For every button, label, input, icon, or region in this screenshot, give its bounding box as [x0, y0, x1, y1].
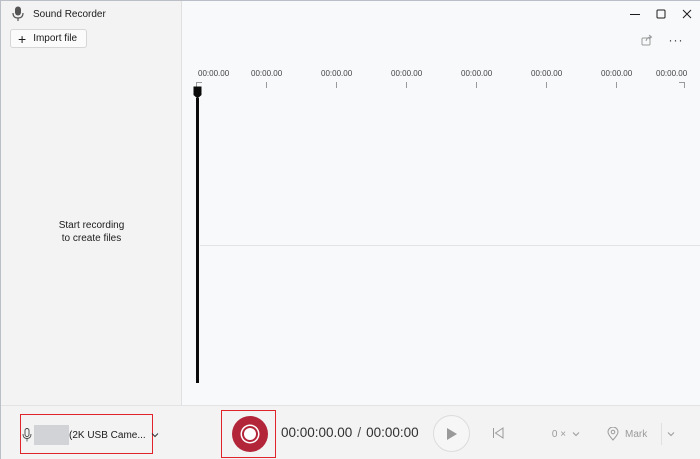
sound-recorder-window: Sound Recorder + Import file Start recor… — [0, 0, 700, 459]
timeline-label: 00:00.00 — [198, 69, 230, 78]
maximize-icon — [656, 9, 666, 19]
mark-label: Mark — [625, 428, 648, 440]
location-pin-icon — [607, 427, 619, 441]
empty-state-line-1: Start recording — [58, 220, 125, 231]
record-button[interactable] — [232, 416, 268, 452]
microphone-icon — [22, 428, 32, 442]
current-time: 00:00:00.00 — [281, 425, 353, 440]
timeline-label: 00:00.00 — [391, 69, 423, 78]
empty-state-message: Start recording to create files — [1, 219, 182, 245]
timeline-label: 00:00.00 — [251, 69, 283, 78]
empty-state-line-2: to create files — [61, 233, 122, 244]
playback-controls-bar: (2K USB Came... 00:00:00.00 / 00:00:00 0 ×… — [1, 405, 700, 459]
timeline-label: 00:00.00 — [321, 69, 353, 78]
more-icon: ··· — [668, 33, 684, 47]
share-icon — [641, 34, 653, 46]
timeline-label: 00:00.00 — [656, 69, 688, 78]
plus-icon: + — [18, 30, 27, 47]
play-icon — [446, 427, 457, 440]
playback-speed-value: 0 × — [551, 428, 567, 440]
timeline-tick — [336, 82, 337, 88]
total-time: 00:00:00 — [366, 425, 419, 440]
share-button[interactable] — [638, 31, 656, 49]
timeline-tick — [546, 82, 547, 88]
close-button[interactable] — [674, 1, 700, 27]
close-icon — [682, 9, 692, 19]
import-file-label: Import file — [33, 33, 78, 44]
chevron-down-icon — [572, 432, 580, 437]
window-controls — [622, 1, 700, 27]
timeline-label: 00:00.00 — [601, 69, 633, 78]
playhead-line — [196, 98, 199, 383]
time-separator: / — [357, 425, 362, 440]
mark-options-button[interactable] — [661, 423, 679, 445]
waveform-area: ··· 00:00.00 00:00.00 00:00.00 00:00.00 … — [182, 1, 700, 405]
app-title: Sound Recorder — [33, 8, 106, 20]
mark-button[interactable]: Mark — [607, 423, 655, 445]
recordings-sidebar: Sound Recorder + Import file Start recor… — [1, 1, 182, 405]
timeline-tick — [616, 82, 617, 88]
maximize-button[interactable] — [648, 1, 674, 27]
chevron-down-icon — [151, 433, 159, 438]
microphone-selector[interactable]: (2K USB Came... — [20, 414, 159, 454]
record-icon — [244, 428, 256, 440]
title-bar: Sound Recorder — [11, 6, 106, 22]
microphone-app-icon — [12, 6, 24, 21]
end-bracket-icon — [679, 82, 685, 88]
playback-speed-button[interactable]: 0 × — [548, 423, 584, 445]
redacted-device-name — [34, 425, 69, 445]
play-button[interactable] — [433, 415, 470, 452]
timeline-tick — [476, 82, 477, 88]
record-highlight — [221, 410, 276, 458]
chevron-down-icon — [667, 432, 674, 437]
minimize-button[interactable] — [622, 1, 648, 27]
timeline-label: 00:00.00 — [461, 69, 493, 78]
minimize-icon — [630, 14, 640, 15]
more-options-button[interactable]: ··· — [667, 31, 685, 49]
timeline-tick — [406, 82, 407, 88]
timeline-ruler: 00:00.00 00:00.00 00:00.00 00:00.00 00:0… — [182, 69, 700, 91]
skip-back-button[interactable] — [491, 425, 505, 441]
time-display: 00:00:00.00 / 00:00:00 — [281, 425, 419, 440]
import-file-button[interactable]: + Import file — [10, 29, 87, 48]
microphone-label: (2K USB Came... — [69, 429, 146, 441]
timeline-label: 00:00.00 — [531, 69, 563, 78]
timeline-tick — [266, 82, 267, 88]
waveform-baseline — [200, 245, 700, 246]
